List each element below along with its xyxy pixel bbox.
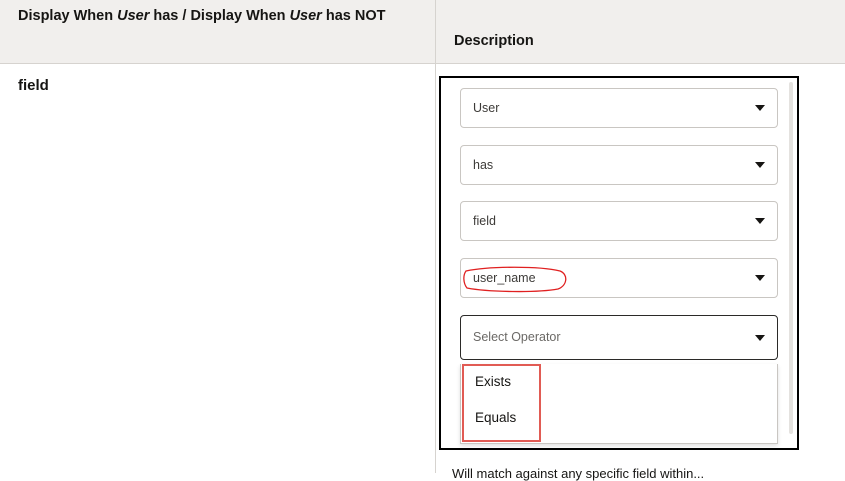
chevron-down-icon	[755, 335, 765, 341]
chevron-down-icon	[755, 218, 765, 224]
header-description: Description	[454, 33, 534, 49]
chevron-down-icon	[755, 162, 765, 168]
row-label-cell: field	[0, 64, 436, 473]
operator-placeholder: Select Operator	[473, 330, 561, 344]
condition-dropdown[interactable]: has	[460, 145, 778, 185]
subject-dropdown-value: User	[473, 101, 500, 115]
description-text: Will match against any specific field wi…	[452, 466, 705, 481]
chevron-down-icon	[755, 105, 765, 111]
attribute-type-dropdown-value: field	[473, 214, 496, 228]
options-highlight-box	[462, 364, 541, 442]
header-display-when: Display When User has / Display When Use…	[0, 0, 436, 63]
attribute-type-dropdown[interactable]: field	[460, 201, 778, 241]
scrollbar[interactable]	[787, 82, 795, 434]
condition-dropdown-value: has	[473, 158, 494, 172]
row-label: field	[18, 77, 49, 94]
operator-dropdown[interactable]: Select Operator	[460, 315, 778, 360]
embedded-screenshot: User has field user_name Select Operator…	[439, 76, 799, 450]
red-circle-annotation	[463, 266, 567, 293]
table-header-row: Display When User has / Display When Use…	[0, 0, 845, 64]
subject-dropdown[interactable]: User	[460, 88, 778, 128]
chevron-down-icon	[755, 275, 765, 281]
